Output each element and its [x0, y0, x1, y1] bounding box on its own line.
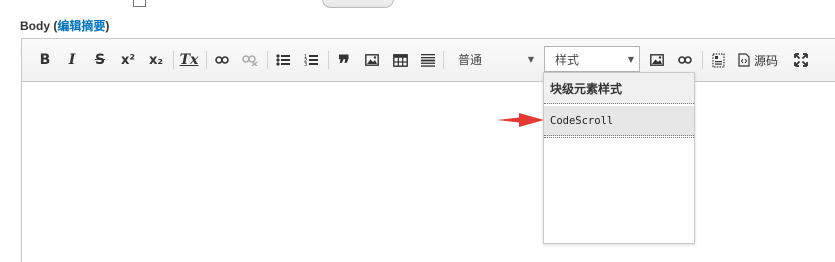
styles-select[interactable]: 样式 ▼ [544, 46, 640, 72]
styles-dropdown-panel: 块级元素样式 CodeScroll [543, 72, 695, 244]
edit-summary-link[interactable]: 编辑摘要 [57, 19, 105, 33]
chevron-down-icon: ▼ [627, 54, 635, 64]
bulleted-list-button[interactable] [272, 49, 294, 71]
checkbox[interactable] [133, 0, 146, 7]
styles-select-value: 样式 [555, 52, 580, 67]
unlink-button[interactable] [239, 49, 261, 71]
maximize-button[interactable] [790, 49, 812, 71]
image-icon [650, 54, 664, 66]
numbered-list-button[interactable]: 123 [300, 49, 322, 71]
dropdown-item-label: CodeScroll [550, 114, 614, 127]
partial-button[interactable] [322, 0, 394, 8]
svg-text:3: 3 [304, 62, 307, 67]
format-select[interactable]: 普通 ▼ [446, 47, 538, 71]
superscript-button[interactable]: x² [117, 49, 139, 71]
source-button-label: 源码 [754, 53, 779, 68]
source-button[interactable]: 源码 [738, 49, 778, 71]
show-blocks-button[interactable] [707, 49, 729, 71]
image-button[interactable] [361, 49, 383, 71]
blockquote-icon: ❞ [338, 51, 350, 77]
toolbar-separator [267, 51, 268, 69]
image-icon [365, 54, 379, 66]
link-icon [678, 56, 692, 64]
link-icon [215, 56, 229, 64]
table-button[interactable] [389, 49, 411, 71]
link-button-2[interactable] [674, 49, 696, 71]
toolbar-separator [443, 51, 444, 69]
dropdown-separator [544, 136, 694, 138]
strikethrough-icon: S [94, 52, 106, 68]
remove-format-button[interactable]: Tx [178, 49, 200, 71]
source-icon [738, 53, 750, 67]
image-button-2[interactable] [646, 49, 668, 71]
maximize-icon [794, 53, 808, 67]
toolbar-separator [328, 51, 329, 69]
numbered-list-icon: 123 [304, 54, 318, 67]
bold-icon: B [39, 52, 51, 68]
blockquote-button[interactable]: ❞ [333, 49, 355, 77]
dropdown-group-header-label: 块级元素样式 [550, 81, 623, 96]
italic-icon: I [68, 52, 76, 68]
link-button[interactable] [211, 49, 233, 71]
toolbar-separator [173, 51, 174, 69]
bold-button[interactable]: B [34, 49, 56, 71]
subscript-button[interactable]: x₂ [145, 49, 167, 71]
dropdown-item-codescroll[interactable]: CodeScroll [544, 106, 694, 136]
toolbar-separator [206, 51, 207, 69]
subscript-icon: x₂ [148, 52, 164, 68]
body-field-label: Body (编辑摘要) [20, 17, 109, 34]
table-icon [392, 53, 408, 67]
toolbar-separator [702, 51, 703, 69]
paren-close: ) [105, 19, 110, 33]
strikethrough-button[interactable]: S [89, 49, 111, 71]
editor-toolbar: B I S x² x₂ Tx 123 ❞ 普通 ▼ 样式 ▼ 源码 [22, 39, 835, 82]
show-blocks-icon [711, 52, 725, 68]
horizontal-rule-button[interactable] [417, 49, 439, 71]
superscript-icon: x² [120, 52, 136, 68]
dropdown-group-header: 块级元素样式 [544, 73, 694, 104]
partial-link[interactable] [204, 0, 230, 4]
horizontal-rule-icon [421, 54, 435, 67]
italic-button[interactable]: I [61, 49, 83, 71]
format-select-value: 普通 [458, 52, 483, 67]
chevron-down-icon: ▼ [527, 54, 535, 64]
unlink-icon [242, 55, 258, 66]
red-arrow-annotation [497, 113, 544, 127]
remove-format-icon: Tx [179, 52, 199, 68]
field-label-text: Body [20, 19, 50, 33]
rich-text-editor[interactable]: B I S x² x₂ Tx 123 ❞ 普通 ▼ 样式 ▼ 源码 [21, 38, 835, 262]
bulleted-list-icon [276, 54, 290, 66]
